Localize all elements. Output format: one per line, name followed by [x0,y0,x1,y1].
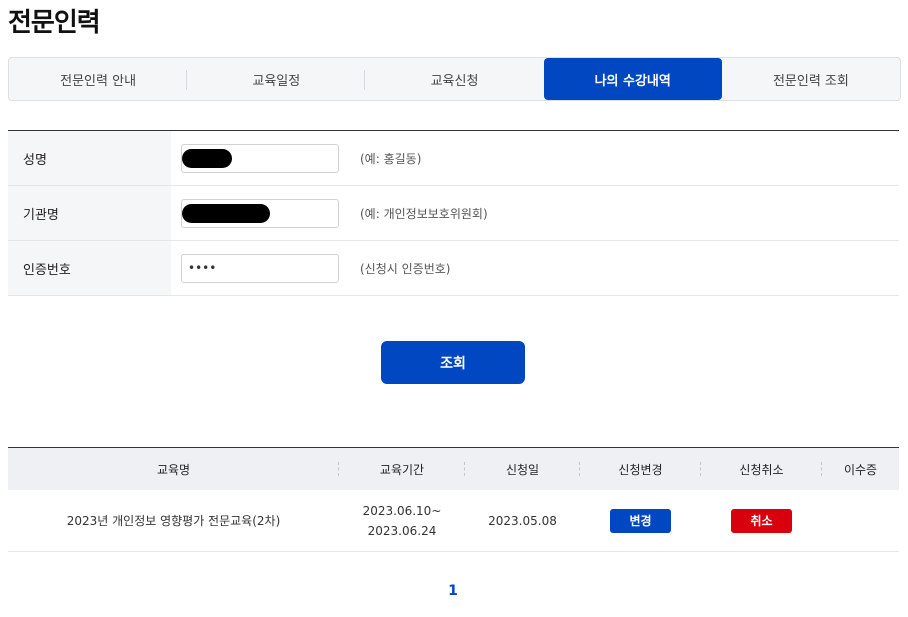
cancel-button[interactable]: 취소 [731,508,792,533]
tab-schedule[interactable]: 교육일정 [187,58,366,100]
period-end: 2023.06.24 [367,523,437,538]
page-title: 전문인력 [8,8,101,38]
form-row-name: 성명 (예: 홍길동) [8,131,899,186]
page-number-current[interactable]: 1 [443,583,463,599]
header-certificate: 이수증 [843,462,878,477]
form-row-auth: 인증번호 •••• (신청시 인증번호) [8,241,899,296]
lookup-form: 성명 (예: 홍길동) 기관명 (예: 개인정보보호위원회) 인증번호 ••••… [8,130,899,296]
change-button[interactable]: 변경 [610,508,671,533]
auth-code-value: •••• [188,261,217,275]
tab-my-courses[interactable]: 나의 수강내역 [543,58,722,100]
header-course: 교육명 [8,448,339,490]
name-hint: (예: 홍길동) [360,151,422,166]
certificate-cell [822,490,899,551]
applied-date: 2023.05.08 [488,513,557,528]
table-row: 2023년 개인정보 영향평가 전문교육(2차) 2023.06.10~ 202… [8,490,899,552]
search-button[interactable]: 조회 [381,341,525,384]
auth-label: 인증번호 [8,241,171,295]
tab-bar: 전문인력 안내 교육일정 교육신청 나의 수강내역 전문인력 조회 [8,57,901,101]
table-header: 교육명 교육기간 신청일 신청변경 신청취소 이수증 [8,448,899,490]
form-row-org: 기관명 (예: 개인정보보호위원회) [8,186,899,241]
redaction-mark [182,148,232,168]
header-cancel: 신청취소 [701,448,822,490]
redaction-mark [182,203,270,223]
name-label: 성명 [8,131,171,185]
tab-expert-info[interactable]: 전문인력 안내 [9,58,188,100]
course-period: 2023.06.10~ 2023.06.24 [339,490,465,551]
org-hint: (예: 개인정보보호위원회) [360,206,488,221]
header-period: 교육기간 [339,448,465,490]
org-label: 기관명 [8,186,171,240]
period-start: 2023.06.10~ [362,503,442,518]
results-table: 교육명 교육기간 신청일 신청변경 신청취소 이수증 2023년 개인정보 영향… [8,447,899,552]
auth-code-field[interactable]: •••• [181,253,339,283]
header-change: 신청변경 [580,448,701,490]
org-field[interactable] [181,198,339,228]
name-field[interactable] [181,143,339,173]
tab-expert-search[interactable]: 전문인력 조회 [722,58,900,100]
auth-hint: (신청시 인증번호) [360,261,451,276]
course-name: 2023년 개인정보 영향평가 전문교육(2차) [66,514,281,528]
header-applied: 신청일 [465,448,580,490]
tab-apply[interactable]: 교육신청 [365,58,543,100]
